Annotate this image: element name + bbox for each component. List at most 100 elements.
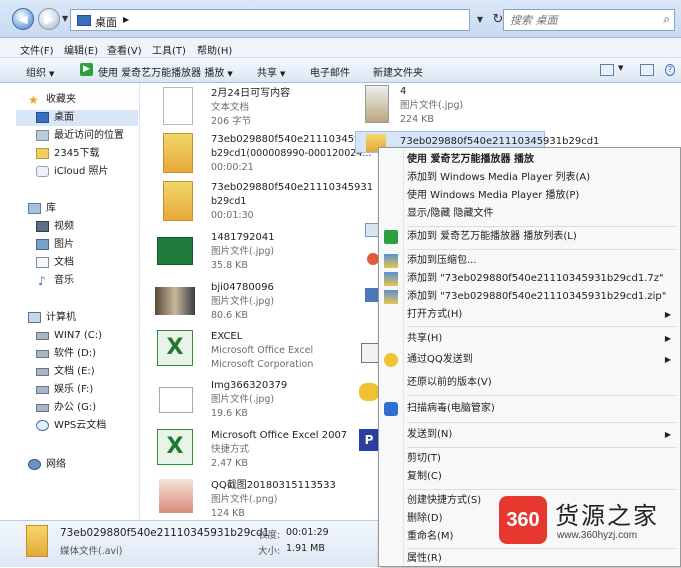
share-button[interactable]: 共享 ▼	[257, 64, 285, 79]
submenu-arrow-icon: ▶	[664, 430, 671, 439]
menu-share[interactable]: 共享(H) ▶	[407, 330, 677, 348]
file-size: 2.47 KB	[211, 458, 248, 469]
nav-label: 娱乐 (F:)	[54, 384, 94, 395]
menu-delete[interactable]: 删除(D)	[407, 510, 443, 528]
menu-create-shortcut[interactable]: 创建快捷方式(S)	[407, 492, 481, 510]
menu-separator	[407, 447, 677, 448]
watermark-title: 货源之家	[555, 502, 659, 530]
drive-icon	[36, 386, 49, 394]
file-item[interactable]: X EXCEL Microsoft Office Excel Microsoft…	[155, 330, 375, 378]
menu-wmp-add[interactable]: 添加到 Windows Media Player 列表(A)	[407, 169, 590, 187]
back-button[interactable]: ◀	[12, 8, 34, 30]
file-duration: 00:01:30	[211, 210, 254, 221]
image-thumbnail-icon	[157, 237, 193, 265]
menu-add-zip[interactable]: 添加到 "73eb029880f540e21110345931b29cd1.zi…	[407, 288, 666, 306]
menu-send-to[interactable]: 发送到(N) ▶	[407, 426, 677, 444]
menu-properties[interactable]: 属性(R)	[407, 550, 442, 568]
watermark-logo: 360	[499, 496, 547, 544]
menu-view[interactable]: 查看(V)	[107, 42, 142, 57]
nav-network-label: 网络	[46, 459, 66, 470]
video-library-icon	[36, 221, 49, 232]
file-item[interactable]: 2月24日可写内容 文本文档 206 字节	[155, 87, 355, 135]
publisher-icon[interactable]: P	[359, 429, 379, 451]
file-item[interactable]: 73eb029880f540e21110345931 b29cd1 00:01:…	[155, 181, 385, 229]
file-name: Microsoft Office Excel 2007	[211, 430, 348, 441]
menu-copy[interactable]: 复制(C)	[407, 468, 442, 486]
file-item[interactable]: 1481792041 图片文件(.jpg) 35.8 KB	[155, 231, 355, 279]
file-type: 图片文件(.jpg)	[211, 296, 275, 307]
menu-edit[interactable]: 编辑(E)	[64, 42, 98, 57]
menu-file[interactable]: 文件(F)	[20, 42, 54, 57]
text-document-icon	[163, 87, 193, 125]
nav-label: 文档 (E:)	[54, 366, 95, 377]
image-thumbnail-icon	[155, 287, 195, 315]
breadcrumb-arrow-icon[interactable]: ▶	[123, 15, 129, 24]
file-name: EXCEL	[211, 331, 243, 342]
file-size: 124 KB	[211, 508, 245, 519]
menu-wmp-play[interactable]: 使用 Windows Media Player 播放(P)	[407, 187, 579, 205]
file-name: 1481792041	[211, 232, 275, 243]
recent-pages-button[interactable]: ▼	[62, 14, 68, 23]
menu-help[interactable]: 帮助(H)	[197, 42, 232, 57]
file-item[interactable]: Img366320379 图片文件(.jpg) 19.6 KB	[155, 379, 355, 427]
nav-favorites-label: 收藏夹	[46, 94, 76, 105]
search-icon[interactable]: ⌕	[663, 12, 670, 27]
file-description: Microsoft Office Excel	[211, 345, 314, 356]
file-size: 35.8 KB	[211, 260, 248, 271]
details-size: 1.91 MB	[286, 543, 325, 554]
arrow-right-icon: ▶	[44, 12, 54, 26]
menu-add-archive[interactable]: 添加到压缩包...	[407, 252, 477, 270]
organize-button[interactable]: 组织 ▼	[26, 64, 54, 79]
file-icon[interactable]	[365, 223, 379, 237]
search-input[interactable]	[504, 10, 654, 30]
qq-icon[interactable]	[359, 383, 379, 401]
details-length: 00:01:29	[286, 527, 329, 538]
video-thumbnail-icon	[26, 525, 48, 557]
new-folder-button[interactable]: 新建文件夹	[373, 64, 423, 79]
archive-icon	[384, 272, 398, 286]
details-file-name: 73eb029880f540e21110345931b29cd1	[60, 527, 270, 539]
menu-show-hide[interactable]: 显示/隐藏 隐藏文件	[407, 205, 494, 223]
address-dropdown-button[interactable]: ▼	[473, 9, 487, 31]
menu-open-with[interactable]: 打开方式(H) ▶	[407, 306, 677, 324]
file-item[interactable]: bji04780096 图片文件(.jpg) 80.6 KB	[155, 281, 355, 329]
menu-play-iqiyi[interactable]: 使用 爱奇艺万能播放器 播放	[407, 151, 534, 169]
preview-pane-icon[interactable]	[640, 64, 654, 76]
watermark: 360 货源之家 www.360hyzj.com	[497, 490, 679, 552]
arrow-left-icon: ◀	[18, 12, 28, 26]
menu-cut[interactable]: 剪切(T)	[407, 450, 441, 468]
menu-qq-send[interactable]: 通过QQ发送到 ▶	[407, 351, 677, 369]
calendar-icon[interactable]	[361, 343, 379, 363]
help-icon[interactable]: ?	[665, 64, 675, 76]
chevron-down-icon[interactable]: ▼	[618, 64, 623, 72]
email-button[interactable]: 电子邮件	[310, 64, 350, 79]
chevron-down-icon: ▼	[49, 70, 55, 78]
nav-item-desktop[interactable]: 桌面	[16, 110, 138, 126]
address-field[interactable]: 桌面 ▶	[70, 9, 470, 31]
menu-add-playlist[interactable]: 添加到 爱奇艺万能播放器 播放列表(L)	[407, 228, 577, 246]
menu-tools[interactable]: 工具(T)	[152, 42, 186, 57]
file-name: 73eb029880f540e21110345931	[211, 134, 374, 145]
file-item[interactable]: 73eb029880f540e21110345931 b29cd1(000008…	[155, 133, 385, 181]
chevron-down-icon: ▼	[227, 70, 233, 78]
play-with-button[interactable]: 使用 爱奇艺万能播放器 播放 ▼	[98, 64, 233, 79]
file-type: 文本文档	[211, 102, 250, 113]
view-options-icon[interactable]	[600, 64, 614, 76]
video-thumbnail-icon	[163, 133, 193, 173]
file-item[interactable]: X Microsoft Office Excel 2007 快捷方式 2.47 …	[155, 429, 375, 477]
computer-icon	[28, 312, 41, 323]
menu-restore[interactable]: 还原以前的版本(V)	[407, 374, 492, 392]
excel-shortcut-icon: X	[157, 429, 193, 465]
menu-rename[interactable]: 重命名(M)	[407, 528, 453, 546]
search-field[interactable]: ⌕	[503, 9, 675, 31]
address-location: 桌面	[95, 16, 117, 29]
forward-button[interactable]: ▶	[38, 8, 60, 30]
menu-add-7z[interactable]: 添加到 "73eb029880f540e21110345931b29cd1.7z…	[407, 270, 664, 288]
menu-share-label: 共享(H)	[407, 333, 443, 344]
menu-scan-virus[interactable]: 扫描病毒(电脑管家)	[407, 400, 495, 418]
file-icon[interactable]	[365, 288, 379, 302]
excel-app-icon: X	[157, 330, 193, 366]
file-item[interactable]: 4 图片文件(.jpg) 224 KB	[363, 85, 543, 133]
nav-label: 最近访问的位置	[54, 130, 124, 141]
file-size: 224 KB	[400, 114, 434, 125]
